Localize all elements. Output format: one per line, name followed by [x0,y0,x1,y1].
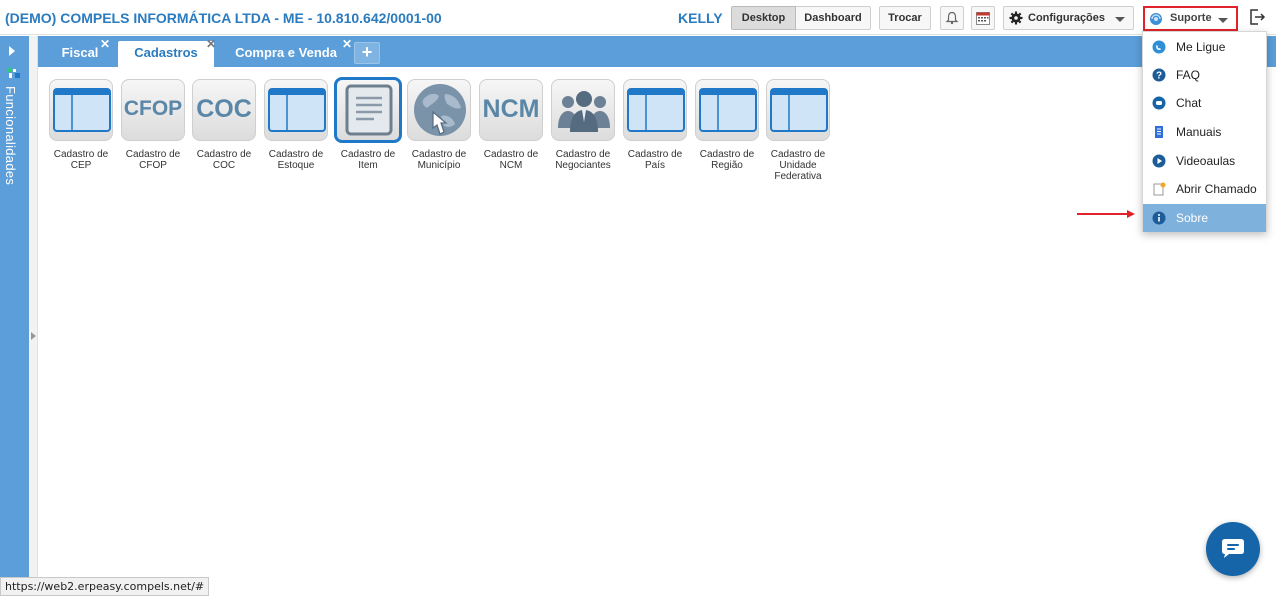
desktop-button[interactable]: Desktop [731,6,796,30]
tile-label: Cadastro de Região [699,149,755,171]
tab-cadastros[interactable]: Cadastros ✕ [118,38,216,67]
info-icon [1152,211,1166,225]
globe-pointer-icon [414,84,466,136]
collapse-arrow-icon[interactable] [31,332,36,340]
window-icon [53,88,111,132]
notifications-button[interactable] [940,6,964,30]
add-tab-button[interactable]: + [354,42,380,64]
tab-compra-e-venda[interactable]: Compra e Venda ✕ [222,38,352,67]
tile-box [551,79,615,141]
phone-icon [1152,40,1166,54]
menu-item-abrir-chamado[interactable]: Abrir Chamado [1143,175,1266,203]
menu-item-label: Sobre [1176,211,1209,225]
cfop-icon: CFOP [123,97,183,120]
ticket-icon [1153,182,1166,196]
tile-label: Cadastro de Negociantes [555,149,611,171]
tile-box: CFOP [121,79,185,141]
suporte-label: Suporte [1170,12,1212,24]
modules-icon [8,68,20,78]
status-bar-url: https://web2.erpeasy.compels.net/# [0,577,210,596]
menu-item-label: Chat [1176,96,1202,110]
manual-icon [1155,126,1163,138]
calendar-button[interactable] [971,6,995,30]
logout-button[interactable] [1246,6,1268,30]
chevron-down-icon [1218,18,1228,23]
close-icon[interactable]: ✕ [342,38,352,50]
window-icon [699,88,757,132]
annotation-arrow-icon [1077,210,1135,218]
tile-box [695,79,759,141]
tile-box [334,77,402,143]
calendar-icon [976,12,990,25]
tile-box [623,79,687,141]
tab-label: Cadastros [134,45,198,60]
menu-item-sobre[interactable]: Sobre [1143,204,1266,232]
window-icon [268,88,326,132]
app-window: (DEMO) COMPELS INFORMÁTICA LTDA - ME - 1… [0,0,1276,596]
support-dropdown-menu: Me Ligue ? FAQ Chat Manuais Videoaulas A… [1142,31,1267,232]
chat-bubble-icon [1222,539,1244,558]
tab-fiscal[interactable]: Fiscal ✕ [52,38,110,67]
trocar-button[interactable]: Trocar [879,6,931,30]
expand-arrow-icon[interactable] [9,46,15,56]
menu-item-label: Abrir Chamado [1176,182,1257,196]
tile-box: NCM [479,79,543,141]
dashboard-button[interactable]: Dashboard [796,6,871,30]
ncm-icon: NCM [482,95,540,123]
close-icon[interactable]: ✕ [206,38,216,50]
tile-label: Cadastro de Item [340,149,396,171]
menu-item-videoaulas[interactable]: Videoaulas [1143,147,1266,175]
window-icon [770,88,828,132]
menu-item-label: FAQ [1176,68,1201,82]
tile-box [407,79,471,141]
menu-item-label: Me Ligue [1176,40,1226,54]
chevron-down-icon [1115,17,1125,22]
tab-bar: Fiscal ✕ Cadastros ✕ Compra e Venda ✕ + [38,36,1276,67]
suporte-button[interactable]: Suporte [1143,6,1238,31]
sidebar-label: Funcionalidades [3,86,18,186]
people-icon [558,91,610,132]
panel-splitter[interactable] [29,36,38,596]
question-icon: ? [1152,68,1166,82]
tile-label: Cadastro de CFOP [125,149,181,171]
menu-item-me-ligue[interactable]: Me Ligue [1143,33,1266,61]
bell-icon [945,11,959,25]
menu-item-manuais[interactable]: Manuais [1143,118,1266,146]
tile-label: Cadastro de Município [411,149,467,171]
window-icon [627,88,685,132]
tab-label: Fiscal [61,45,99,60]
tile-label: Cadastro de CEP [53,149,109,171]
coc-icon: COC [196,95,252,123]
chat-widget-button[interactable] [1206,522,1260,576]
top-bar: (DEMO) COMPELS INFORMÁTICA LTDA - ME - 1… [0,0,1276,35]
svg-text:?: ? [1156,71,1162,82]
tile-label: Cadastro de Unidade Federativa [770,149,826,182]
tile-label: Cadastro de NCM [483,149,539,171]
document-icon [345,84,393,136]
configuracoes-button[interactable]: Configurações [1003,6,1134,30]
username: KELLY [678,10,723,26]
menu-item-chat[interactable]: Chat [1143,89,1266,117]
play-icon [1152,154,1166,168]
menu-item-faq[interactable]: ? FAQ [1143,61,1266,89]
tile-box: COC [192,79,256,141]
configuracoes-label: Configurações [1028,12,1106,24]
tile-label: Cadastro de Estoque [268,149,324,171]
menu-item-label: Videoaulas [1176,154,1236,168]
close-icon[interactable]: ✕ [100,38,110,50]
tile-label: Cadastro de COC [196,149,252,171]
functions-sidebar[interactable]: Funcionalidades [0,36,29,596]
tab-label: Compra e Venda [235,45,337,60]
tile-box [49,79,113,141]
tile-box [766,79,830,141]
support-globe-icon [1150,13,1162,25]
tile-box [264,79,328,141]
gear-icon [1009,11,1023,25]
company-title: (DEMO) COMPELS INFORMÁTICA LTDA - ME - 1… [5,10,442,26]
chat-icon [1152,96,1166,110]
menu-item-label: Manuais [1176,125,1222,139]
tile-label: Cadastro de País [627,149,683,171]
logout-icon [1250,9,1266,25]
